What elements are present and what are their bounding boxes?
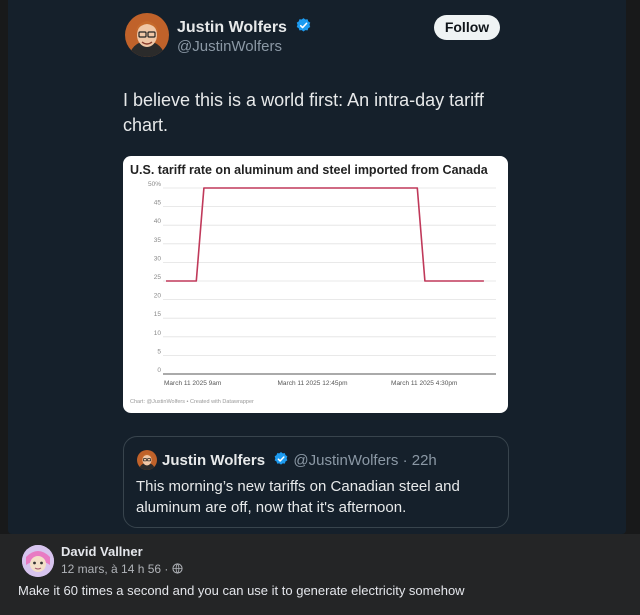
y-tick-label: 50% xyxy=(148,181,161,188)
tariff-rate-line xyxy=(166,187,484,282)
quote-author-avatar xyxy=(137,450,157,470)
tariff-line-chart: 0 5 10 15 20 25 30 35 40 45 50% March 11 2025 9am Ma… xyxy=(148,181,496,387)
commenter-name[interactable]: David Vallner xyxy=(61,544,143,559)
author-avatar[interactable] xyxy=(125,13,169,57)
author-name-text[interactable]: Justin Wolfers xyxy=(177,19,287,36)
chart-image[interactable]: U.S. tariff rate on aluminum and steel i… xyxy=(123,156,508,413)
quoted-tweet[interactable]: Justin Wolfers @JustinWolfers · 22h This… xyxy=(123,436,509,528)
y-tick-label: 40 xyxy=(154,218,162,225)
facebook-comment: David Vallner 12 mars, à 14 h 56 · Make … xyxy=(0,534,640,615)
verified-badge-icon xyxy=(297,18,311,32)
x-tick-label: March 11 2025 12:45pm xyxy=(278,380,348,387)
author-name[interactable]: Justin Wolfers xyxy=(177,17,312,37)
y-tick-label: 45 xyxy=(154,200,162,207)
follow-button[interactable]: Follow xyxy=(434,15,500,40)
comment-timestamp-text[interactable]: 12 mars, à 14 h 56 · xyxy=(61,562,168,576)
y-tick-label: 0 xyxy=(157,367,161,374)
y-tick-label: 20 xyxy=(154,293,162,300)
x-tick-label: March 11 2025 4:30pm xyxy=(391,380,457,387)
commenter-avatar[interactable] xyxy=(22,545,54,577)
quote-age: · 22h xyxy=(402,452,437,469)
y-tick-label: 35 xyxy=(154,237,162,244)
tweet-text: I believe this is a world first: An intr… xyxy=(123,90,484,135)
quote-author-handle: @JustinWolfers xyxy=(293,452,399,469)
comment-text: Make it 60 times a second and you can us… xyxy=(18,583,465,598)
author-handle[interactable]: @JustinWolfers xyxy=(177,38,282,55)
verified-badge-icon xyxy=(274,452,288,465)
globe-icon xyxy=(172,563,183,574)
y-tick-label: 25 xyxy=(154,274,162,281)
quote-header: Justin Wolfers @JustinWolfers · 22h xyxy=(162,451,437,469)
y-tick-label: 5 xyxy=(157,348,161,355)
y-tick-label: 10 xyxy=(154,330,162,337)
quote-author-name: Justin Wolfers xyxy=(162,452,266,469)
tweet-embed-frame: Justin Wolfers @JustinWolfers Follow I b… xyxy=(8,0,626,534)
tweet: Justin Wolfers @JustinWolfers Follow I b… xyxy=(8,0,626,534)
y-tick-label: 15 xyxy=(154,311,162,318)
y-tick-label: 30 xyxy=(154,255,162,262)
x-tick-label: March 11 2025 9am xyxy=(164,380,221,387)
comment-timestamp[interactable]: 12 mars, à 14 h 56 · xyxy=(61,562,183,576)
chart-credit: Chart: @JustinWolfers • Created with Dat… xyxy=(130,399,254,405)
quote-text: This morning’s new tariffs on Canadian s… xyxy=(136,478,460,516)
